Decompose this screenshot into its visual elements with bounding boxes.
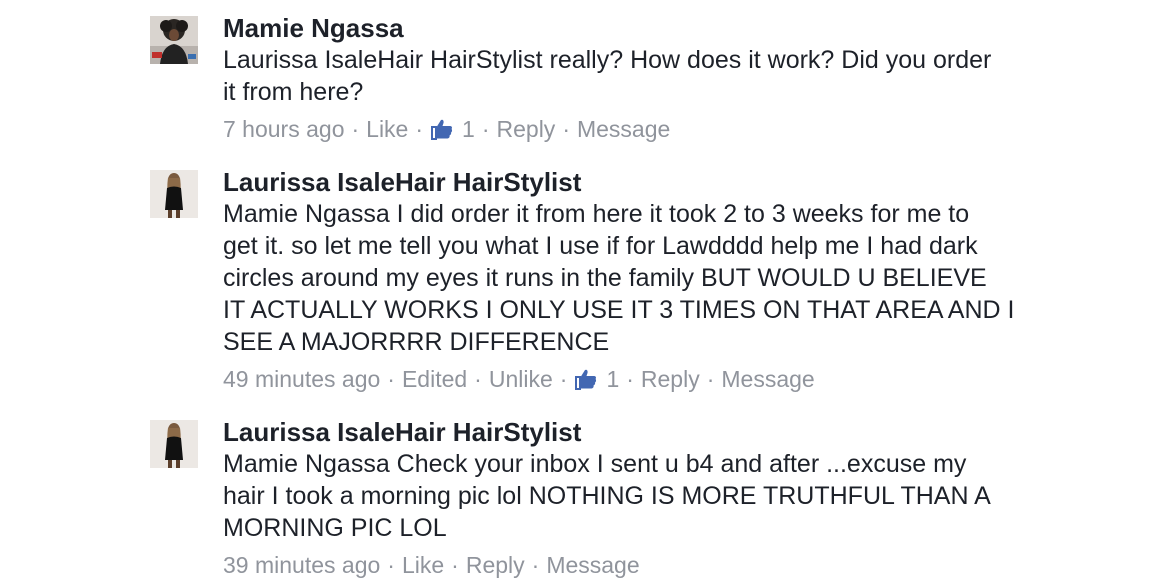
like-count[interactable]: 1 [606, 364, 619, 394]
reply-button[interactable]: Reply [466, 550, 525, 580]
comment-body: Mamie Ngassa Laurissa IsaleHair HairStyl… [223, 12, 1123, 144]
message-button[interactable]: Message [577, 114, 670, 144]
comment-body: Laurissa IsaleHair HairStylist Mamie Nga… [223, 166, 1123, 394]
comment-text: Laurissa IsaleHair HairStylist really? H… [223, 46, 992, 106]
separator: · [481, 116, 490, 142]
like-count[interactable]: 1 [462, 114, 475, 144]
comment-actions: 49 minutes ago · Edited · Unlike · 1 · R… [223, 364, 1123, 394]
timestamp[interactable]: 7 hours ago [223, 114, 344, 144]
author-name[interactable]: Laurissa IsaleHair HairStylist [223, 166, 1123, 198]
timestamp[interactable]: 49 minutes ago [223, 364, 380, 394]
comment-actions: 7 hours ago · Like · 1 · Reply · Message [223, 114, 1123, 144]
avatar[interactable] [150, 16, 198, 64]
comment-text: Mamie Ngassa I did order it from here it… [223, 200, 1015, 356]
comment-text: Mamie Ngassa Check your inbox I sent u b… [223, 450, 991, 542]
author-name[interactable]: Mamie Ngassa [223, 12, 1123, 44]
timestamp[interactable]: 39 minutes ago [223, 550, 380, 580]
thumbs-up-icon[interactable] [574, 367, 598, 391]
like-button[interactable]: Like [402, 550, 444, 580]
like-button[interactable]: Like [366, 114, 408, 144]
author-name[interactable]: Laurissa IsaleHair HairStylist [223, 416, 1123, 448]
message-button[interactable]: Message [721, 364, 814, 394]
separator: · [474, 366, 482, 392]
separator: · [451, 552, 459, 578]
thumbs-up-icon[interactable] [430, 117, 454, 141]
avatar[interactable] [150, 420, 198, 468]
separator: · [351, 116, 360, 142]
separator: · [559, 366, 568, 392]
edited-label[interactable]: Edited [402, 364, 467, 394]
separator: · [415, 116, 424, 142]
separator: · [387, 366, 395, 392]
unlike-button[interactable]: Unlike [489, 364, 553, 394]
separator: · [387, 552, 395, 578]
separator: · [706, 366, 715, 392]
avatar[interactable] [150, 170, 198, 218]
separator: · [531, 552, 540, 578]
comment-body: Laurissa IsaleHair HairStylist Mamie Nga… [223, 416, 1123, 580]
separator: · [626, 366, 634, 392]
comment-actions: 39 minutes ago · Like · Reply · Message [223, 550, 1123, 580]
reply-button[interactable]: Reply [641, 364, 700, 394]
message-button[interactable]: Message [546, 550, 639, 580]
reply-button[interactable]: Reply [497, 114, 556, 144]
separator: · [562, 116, 570, 142]
